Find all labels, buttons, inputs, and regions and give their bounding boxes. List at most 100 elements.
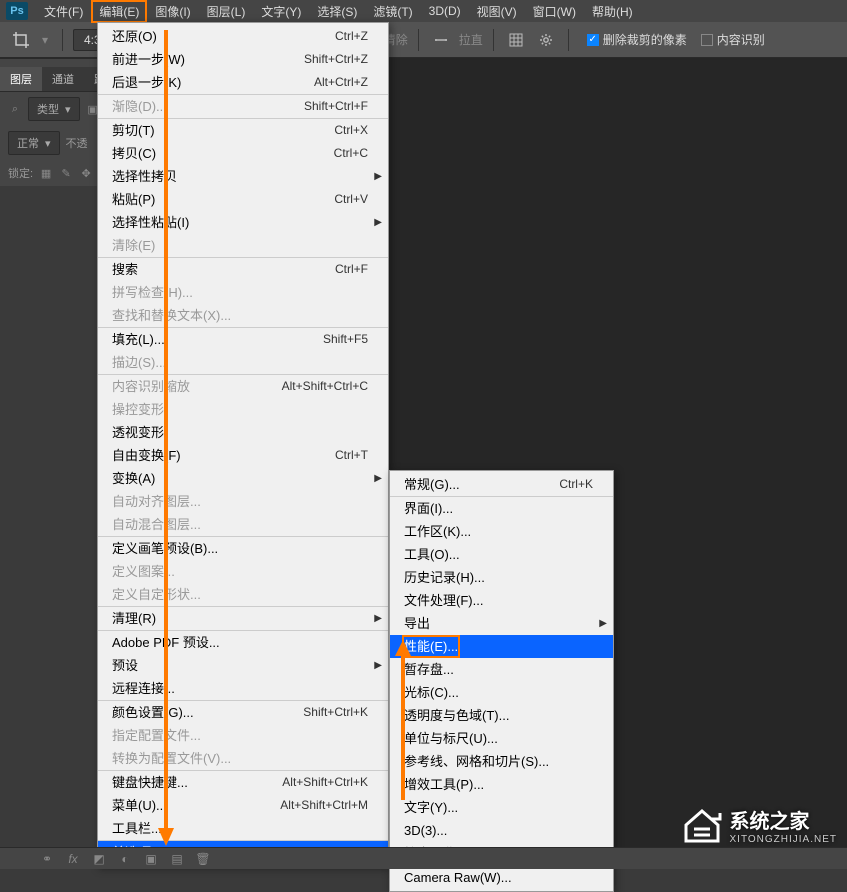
pref-menu-item-16[interactable]: 3D(3)... xyxy=(390,819,613,842)
edit-menu-item-42[interactable]: 键盘快捷键...Alt+Shift+Ctrl+K xyxy=(98,771,388,794)
edit-menu-item-30: 定义自定形状... xyxy=(98,583,388,606)
edit-menu-label: 渐隐(D)... xyxy=(112,97,167,116)
keyboard-shortcut: Shift+Ctrl+Z xyxy=(304,50,368,69)
edit-menu-item-38[interactable]: 颜色设置(G)...Shift+Ctrl+K xyxy=(98,701,388,724)
edit-menu-item-25: 自动对齐图层... xyxy=(98,490,388,513)
pref-menu-item-0[interactable]: 常规(G)...Ctrl+K xyxy=(390,473,613,496)
pref-menu-item-7[interactable]: 导出▶ xyxy=(390,612,613,635)
edit-menu-item-23[interactable]: 自由变换(F)Ctrl+T xyxy=(98,444,388,467)
edit-menu-label: Adobe PDF 预设... xyxy=(112,633,220,652)
fx-icon[interactable]: fx xyxy=(66,852,80,866)
content-aware-checkbox[interactable]: 内容识别 xyxy=(701,31,765,48)
edit-menu-item-24[interactable]: 变换(A)▶ xyxy=(98,467,388,490)
pref-menu-item-8[interactable]: 性能(E)... xyxy=(390,635,613,658)
pref-menu-item-3[interactable]: 工作区(K)... xyxy=(390,520,613,543)
edit-menu-item-7[interactable]: 拷贝(C)Ctrl+C xyxy=(98,142,388,165)
blend-mode-dropdown[interactable]: 正常▾ xyxy=(8,131,60,155)
edit-menu-label: 工具栏... xyxy=(112,819,162,838)
trash-icon[interactable]: 🗑 xyxy=(196,852,210,866)
edit-menu-item-22[interactable]: 透视变形 xyxy=(98,421,388,444)
keyboard-shortcut: Shift+F5 xyxy=(323,330,368,349)
pref-menu-item-4[interactable]: 工具(O)... xyxy=(390,543,613,566)
menu-file[interactable]: 文件(F) xyxy=(36,0,91,23)
lock-move-icon[interactable]: ✥ xyxy=(79,166,93,180)
edit-menu-item-8[interactable]: 选择性拷贝▶ xyxy=(98,165,388,188)
pref-menu-label: 性能(E)... xyxy=(404,637,458,656)
edit-menu-label: 指定配置文件... xyxy=(112,726,201,745)
edit-menu-item-10[interactable]: 选择性粘贴(I)▶ xyxy=(98,211,388,234)
pref-menu-item-13[interactable]: 参考线、网格和切片(S)... xyxy=(390,750,613,773)
edit-menu-item-39: 指定配置文件... xyxy=(98,724,388,747)
edit-menu-item-6[interactable]: 剪切(T)Ctrl+X xyxy=(98,119,388,142)
crop-tool-icon[interactable] xyxy=(10,29,32,51)
pref-menu-label: Camera Raw(W)... xyxy=(404,868,512,887)
menubar: Ps 文件(F) 编辑(E) 图像(I) 图层(L) 文字(Y) 选择(S) 滤… xyxy=(0,0,847,22)
edit-menu-label: 拼写检查(H)... xyxy=(112,283,193,302)
pref-menu-item-11[interactable]: 透明度与色域(T)... xyxy=(390,704,613,727)
edit-menu-item-17[interactable]: 填充(L)...Shift+F5 xyxy=(98,328,388,351)
edit-menu-label: 定义图案... xyxy=(112,562,175,581)
edit-menu-item-13[interactable]: 搜索Ctrl+F xyxy=(98,258,388,281)
menu-edit[interactable]: 编辑(E) xyxy=(91,0,147,23)
edit-menu-item-44[interactable]: 工具栏... xyxy=(98,817,388,840)
pref-menu-item-15[interactable]: 文字(Y)... xyxy=(390,796,613,819)
edit-menu-label: 操控变形 xyxy=(112,400,164,419)
lock-transparent-icon[interactable]: ▦ xyxy=(39,166,53,180)
edit-menu-item-43[interactable]: 菜单(U)...Alt+Shift+Ctrl+M xyxy=(98,794,388,817)
edit-menu-item-36[interactable]: 远程连接... xyxy=(98,677,388,700)
grid-icon[interactable] xyxy=(504,28,528,52)
menu-filter[interactable]: 滤镜(T) xyxy=(365,0,420,23)
lock-brush-icon[interactable]: ✎ xyxy=(59,166,73,180)
new-layer-icon[interactable]: ▤ xyxy=(170,852,184,866)
edit-menu-item-1[interactable]: 前进一步(W) Shift+Ctrl+Z xyxy=(98,48,388,71)
edit-menu-label: 自由变换(F) xyxy=(112,446,181,465)
pref-menu-item-6[interactable]: 文件处理(F)... xyxy=(390,589,613,612)
edit-menu-label: 颜色设置(G)... xyxy=(112,703,194,722)
pref-menu-item-9[interactable]: 暂存盘... xyxy=(390,658,613,681)
edit-menu-item-35[interactable]: 预设▶ xyxy=(98,654,388,677)
menu-type[interactable]: 文字(Y) xyxy=(253,0,309,23)
gear-icon[interactable] xyxy=(534,28,558,52)
pref-menu-item-2[interactable]: 界面(I)... xyxy=(390,497,613,520)
chevron-down-icon[interactable]: ▾ xyxy=(38,33,52,47)
edit-menu-item-32[interactable]: 清理(R)▶ xyxy=(98,607,388,630)
pref-menu-item-19[interactable]: Camera Raw(W)... xyxy=(390,866,613,889)
pref-menu-item-5[interactable]: 历史记录(H)... xyxy=(390,566,613,589)
pref-menu-item-12[interactable]: 单位与标尺(U)... xyxy=(390,727,613,750)
edit-menu-item-29: 定义图案... xyxy=(98,560,388,583)
menu-3d[interactable]: 3D(D) xyxy=(421,1,469,21)
menu-view[interactable]: 视图(V) xyxy=(469,0,525,23)
tab-channels[interactable]: 通道 xyxy=(42,67,84,91)
edit-menu-item-34[interactable]: Adobe PDF 预设... xyxy=(98,631,388,654)
menu-window[interactable]: 窗口(W) xyxy=(525,0,584,23)
menu-select[interactable]: 选择(S) xyxy=(309,0,365,23)
menu-layer[interactable]: 图层(L) xyxy=(199,0,254,23)
pref-menu-item-14[interactable]: 增效工具(P)... xyxy=(390,773,613,796)
adjustment-icon[interactable]: ◐ xyxy=(118,852,132,866)
menu-image[interactable]: 图像(I) xyxy=(147,0,198,23)
search-icon[interactable]: ⌕ xyxy=(8,102,22,116)
edit-menu-label: 粘贴(P) xyxy=(112,190,155,209)
edit-menu-label: 清除(E) xyxy=(112,236,155,255)
edit-menu-label: 选择性拷贝 xyxy=(112,167,177,186)
edit-menu-label: 前进一步(W) xyxy=(112,50,185,69)
straighten-icon[interactable] xyxy=(429,28,453,52)
submenu-arrow-icon: ▶ xyxy=(374,469,382,488)
keyboard-shortcut: Alt+Shift+Ctrl+C xyxy=(282,377,368,396)
edit-menu-item-28[interactable]: 定义画笔预设(B)... xyxy=(98,537,388,560)
group-icon[interactable]: ▣ xyxy=(144,852,158,866)
menu-help[interactable]: 帮助(H) xyxy=(584,0,641,23)
mask-icon[interactable]: ◩ xyxy=(92,852,106,866)
tab-layers[interactable]: 图层 xyxy=(0,67,42,91)
edit-menu-item-21: 操控变形 xyxy=(98,398,388,421)
edit-menu-item-2[interactable]: 后退一步(K)Alt+Ctrl+Z xyxy=(98,71,388,94)
delete-cropped-checkbox[interactable]: ✓删除裁剪的像素 xyxy=(587,31,687,48)
submenu-arrow-icon: ▶ xyxy=(374,213,382,232)
edit-menu-item-0[interactable]: 还原(O)Ctrl+Z xyxy=(98,25,388,48)
filter-type-dropdown[interactable]: 类型▾ xyxy=(28,97,80,121)
link-icon[interactable]: ⚭ xyxy=(40,852,54,866)
pref-menu-label: 增效工具(P)... xyxy=(404,775,484,794)
watermark-title: 系统之家 xyxy=(730,811,810,833)
pref-menu-item-10[interactable]: 光标(C)... xyxy=(390,681,613,704)
edit-menu-item-9[interactable]: 粘贴(P)Ctrl+V xyxy=(98,188,388,211)
